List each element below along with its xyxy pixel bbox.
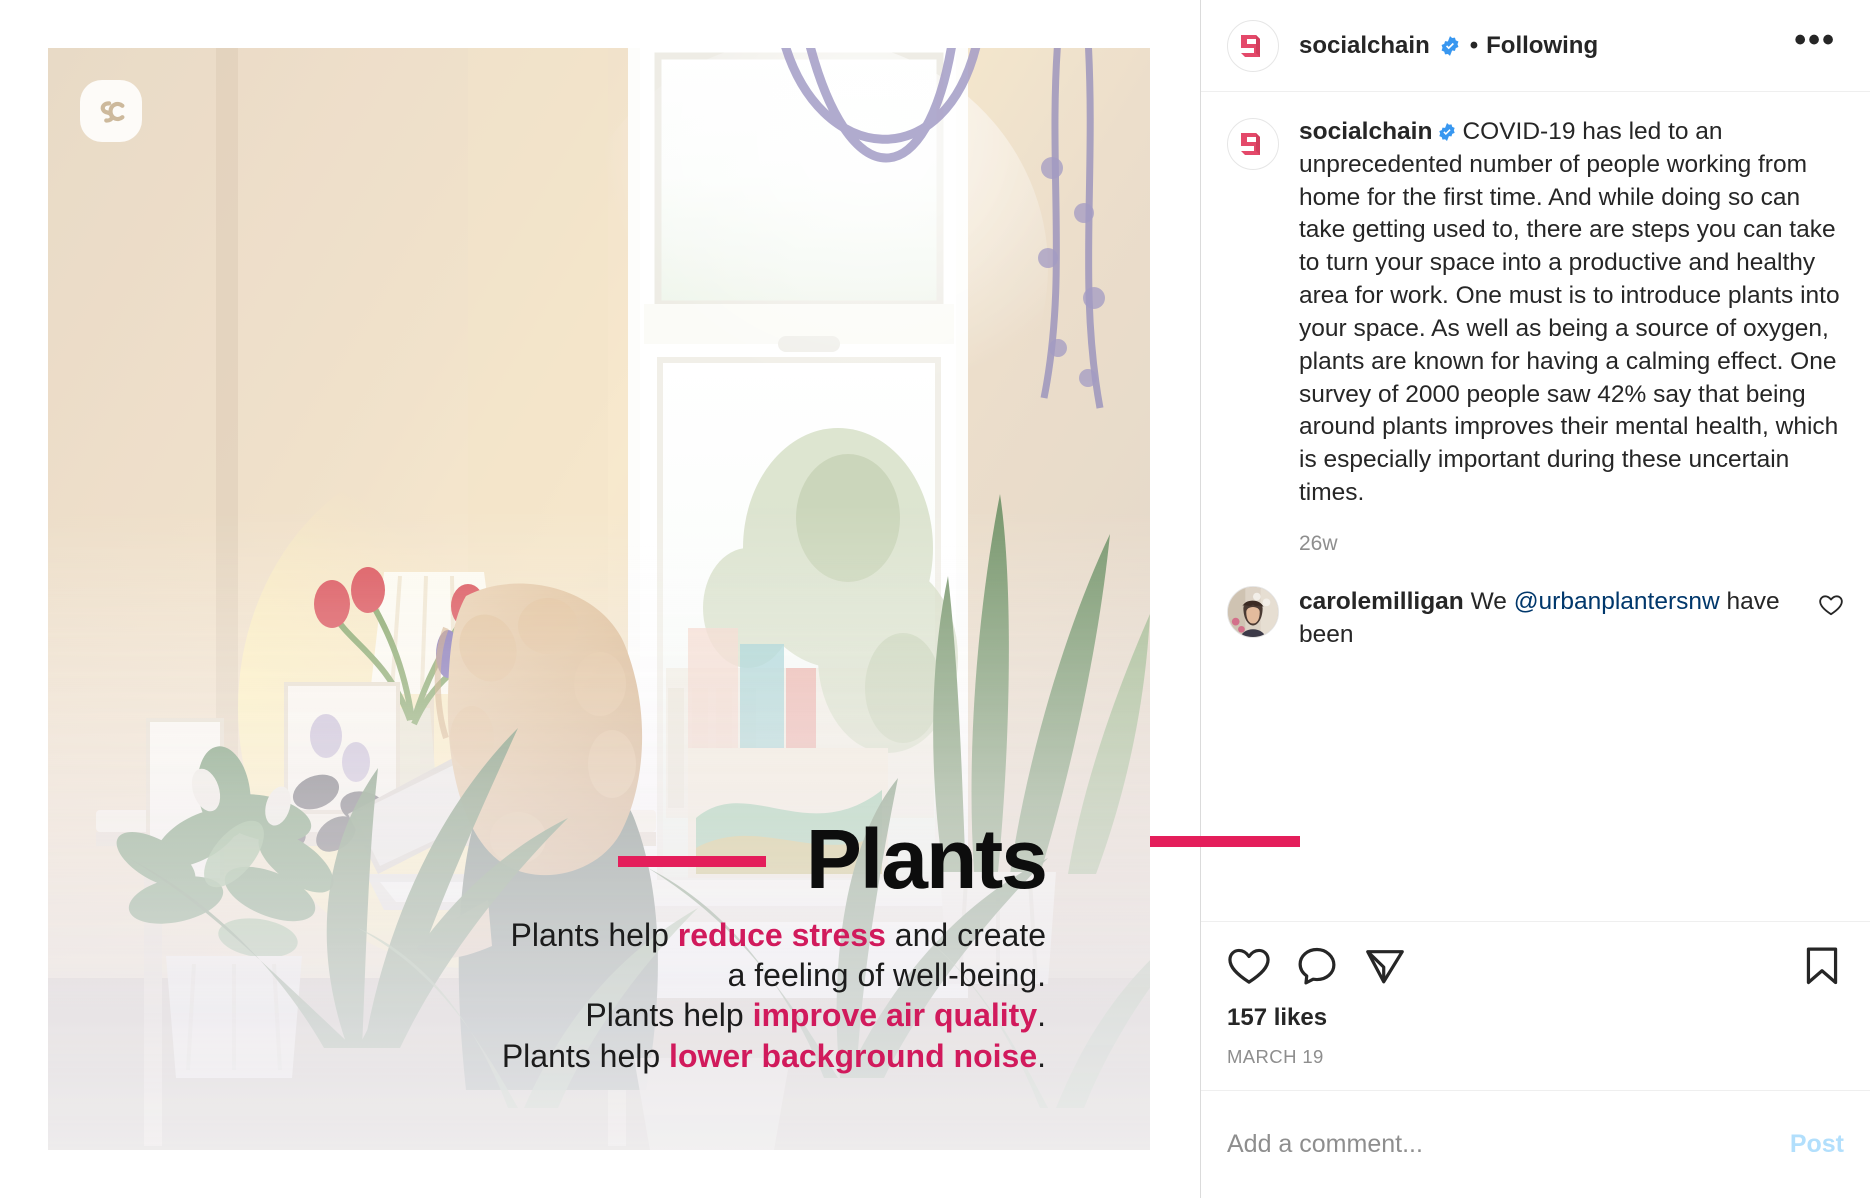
comment-bubble-icon — [1298, 947, 1336, 985]
header-username[interactable]: socialchain — [1299, 32, 1430, 60]
like-count[interactable]: 157 likes — [1227, 1004, 1844, 1032]
overlay-line-4-accent: lower background noise — [669, 1037, 1038, 1074]
decorative-rule-right — [1150, 836, 1300, 847]
decorative-rule-left — [617, 856, 766, 868]
socialchain-logo-icon — [1241, 34, 1260, 57]
caption-timestamp: 26w — [1299, 531, 1338, 555]
post-date: MARCH 19 — [1227, 1046, 1324, 1067]
header-separator: • — [1469, 31, 1479, 59]
post-actions: 157 likes MARCH 19 — [1201, 921, 1870, 1090]
comment-text: carolemilligan We @urbanplantersnw have … — [1299, 586, 1806, 652]
avatar[interactable] — [1227, 19, 1279, 72]
comment-mention[interactable]: @urbanplantersnw — [1514, 588, 1720, 615]
action-icon-row — [1227, 936, 1844, 992]
post-sidebar: socialchain • Following ••• socialchain … — [1200, 0, 1870, 1198]
overlay-line-1: Plants help reduce stress and create — [48, 915, 1046, 955]
heart-outline-icon — [1819, 595, 1843, 616]
overlay-line-4-b: . — [1037, 1037, 1046, 1074]
comment-like-button[interactable] — [1818, 586, 1844, 618]
comment-button[interactable] — [1295, 944, 1339, 988]
more-options-button[interactable]: ••• — [1782, 23, 1848, 59]
overlay-line-2: a feeling of well-being. — [48, 955, 1046, 995]
post-media-column: Plants Plants help reduce stress and cre… — [0, 0, 1300, 1198]
overlay-line-4-a: Plants help — [501, 1037, 670, 1074]
overlay-body-lines: Plants help reduce stress and create a f… — [48, 915, 1046, 1076]
share-button[interactable] — [1363, 944, 1407, 988]
bookmark-outline-icon — [1806, 947, 1838, 985]
overlay-line-2-a: a feeling of well-being. — [727, 957, 1046, 994]
comment-username[interactable]: carolemilligan — [1299, 588, 1464, 615]
like-button[interactable] — [1227, 944, 1271, 988]
share-paper-plane-icon — [1366, 950, 1404, 984]
instagram-post-view: Plants Plants help reduce stress and cre… — [0, 0, 1870, 1198]
caption-username[interactable]: socialchain — [1299, 118, 1432, 145]
overlay-line-3-b: . — [1037, 997, 1046, 1034]
overlay-line-4: Plants help lower background noise. — [48, 1036, 1046, 1076]
verified-badge-icon — [1437, 122, 1457, 142]
overlay-line-3: Plants help improve air quality. — [48, 995, 1046, 1035]
sc-monogram-icon — [80, 80, 142, 142]
save-button[interactable] — [1800, 944, 1844, 988]
caption-body: COVID-19 has led to an unprecedented num… — [1299, 118, 1840, 507]
caption-row: socialchain COVID-19 has led to an unpre… — [1227, 116, 1844, 510]
user-photo-avatar — [1228, 586, 1278, 637]
heart-outline-icon — [1228, 948, 1270, 984]
overlay-line-1-accent: reduce stress — [677, 916, 886, 953]
overlay-line-3-accent: improve air quality — [752, 997, 1038, 1034]
follow-state-button[interactable]: Following — [1486, 32, 1598, 60]
avatar[interactable] — [1227, 585, 1279, 638]
overlay-line-1-b: and create — [885, 916, 1046, 953]
socialchain-logo-icon — [1241, 133, 1260, 155]
list-item: carolemilligan We @urbanplantersnw have … — [1227, 585, 1844, 654]
post-comment-button[interactable]: Post — [1770, 1130, 1844, 1159]
overlay-headline: Plants — [805, 811, 1048, 906]
overlay-line-3-a: Plants help — [585, 997, 753, 1034]
header-identity: socialchain • Following ••• — [1299, 23, 1848, 60]
image-text-overlay: Plants Plants help reduce stress and cre… — [48, 817, 1150, 1076]
caption-avatar[interactable] — [1227, 118, 1279, 170]
post-header: socialchain • Following ••• — [1201, 0, 1870, 92]
comment-text-before: We — [1463, 587, 1514, 615]
caption-text: socialchain COVID-19 has led to an unpre… — [1299, 116, 1844, 510]
overlay-line-1-a: Plants help — [510, 916, 678, 953]
overlay-headline-row: Plants — [48, 811, 1048, 906]
comment-input[interactable] — [1227, 1130, 1770, 1159]
post-image[interactable]: Plants Plants help reduce stress and cre… — [48, 48, 1150, 1150]
verified-badge-icon — [1439, 35, 1461, 57]
comments-scroll-area[interactable]: socialchain COVID-19 has led to an unpre… — [1201, 92, 1870, 921]
add-comment-bar: Post — [1201, 1090, 1870, 1198]
